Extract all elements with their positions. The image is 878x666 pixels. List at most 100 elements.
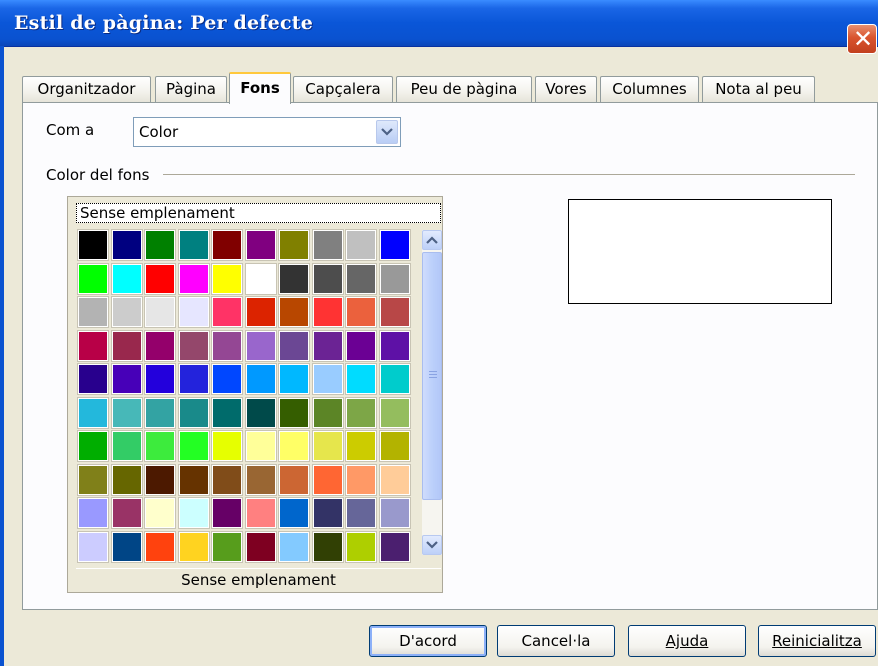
color-swatch[interactable]: [379, 430, 411, 462]
color-swatch[interactable]: [312, 464, 344, 496]
color-swatch[interactable]: [111, 464, 143, 496]
color-swatch[interactable]: [144, 263, 176, 295]
color-swatch[interactable]: [245, 531, 277, 563]
no-fill-option[interactable]: Sense emplenament: [76, 203, 441, 223]
color-swatch[interactable]: [211, 363, 243, 395]
color-swatch[interactable]: [178, 397, 210, 429]
color-swatch[interactable]: [245, 263, 277, 295]
color-swatch[interactable]: [111, 363, 143, 395]
color-swatch[interactable]: [211, 263, 243, 295]
color-swatch[interactable]: [178, 263, 210, 295]
color-swatch[interactable]: [278, 531, 310, 563]
color-swatch[interactable]: [312, 497, 344, 529]
reset-button[interactable]: Reinicialitza: [758, 625, 876, 657]
color-swatch[interactable]: [77, 497, 109, 529]
color-swatch[interactable]: [178, 296, 210, 328]
color-swatch[interactable]: [211, 296, 243, 328]
color-swatch[interactable]: [144, 464, 176, 496]
color-swatch[interactable]: [278, 330, 310, 362]
tab-footnote[interactable]: Nota al peu: [702, 76, 815, 102]
color-swatch[interactable]: [111, 430, 143, 462]
color-swatch[interactable]: [312, 531, 344, 563]
color-swatch[interactable]: [345, 296, 377, 328]
color-swatch[interactable]: [345, 531, 377, 563]
color-swatch[interactable]: [379, 263, 411, 295]
tab-header[interactable]: Capçalera: [293, 76, 393, 102]
color-swatch[interactable]: [312, 363, 344, 395]
palette-scrollbar[interactable]: [422, 230, 442, 555]
color-swatch[interactable]: [211, 229, 243, 261]
color-swatch[interactable]: [178, 363, 210, 395]
color-swatch[interactable]: [245, 330, 277, 362]
color-swatch[interactable]: [379, 363, 411, 395]
color-swatch[interactable]: [111, 263, 143, 295]
cancel-button[interactable]: Cancel·la: [497, 625, 615, 657]
color-swatch[interactable]: [211, 397, 243, 429]
color-swatch[interactable]: [312, 263, 344, 295]
tab-background[interactable]: Fons: [229, 72, 291, 104]
color-swatch[interactable]: [111, 531, 143, 563]
color-swatch[interactable]: [211, 430, 243, 462]
color-swatch[interactable]: [278, 430, 310, 462]
color-swatch[interactable]: [77, 229, 109, 261]
color-swatch[interactable]: [379, 464, 411, 496]
color-swatch[interactable]: [312, 296, 344, 328]
tab-columns[interactable]: Columnes: [600, 76, 699, 102]
chevron-down-icon[interactable]: [376, 120, 398, 144]
color-swatch[interactable]: [345, 430, 377, 462]
color-swatch[interactable]: [77, 263, 109, 295]
color-swatch[interactable]: [144, 397, 176, 429]
color-swatch[interactable]: [77, 531, 109, 563]
color-swatch[interactable]: [278, 497, 310, 529]
color-swatch[interactable]: [379, 497, 411, 529]
color-swatch[interactable]: [144, 430, 176, 462]
color-swatch[interactable]: [111, 497, 143, 529]
tab-footer[interactable]: Peu de pàgina: [396, 76, 532, 102]
color-swatch[interactable]: [245, 397, 277, 429]
color-swatch[interactable]: [111, 296, 143, 328]
color-swatch[interactable]: [245, 430, 277, 462]
color-swatch[interactable]: [77, 464, 109, 496]
color-swatch[interactable]: [77, 363, 109, 395]
color-swatch[interactable]: [178, 229, 210, 261]
scroll-thumb[interactable]: [422, 252, 442, 500]
color-swatch[interactable]: [379, 397, 411, 429]
scroll-down-button[interactable]: [422, 535, 442, 555]
color-swatch[interactable]: [312, 229, 344, 261]
color-swatch[interactable]: [77, 330, 109, 362]
color-swatch[interactable]: [345, 464, 377, 496]
color-swatch[interactable]: [278, 464, 310, 496]
color-swatch[interactable]: [144, 330, 176, 362]
color-swatch[interactable]: [278, 263, 310, 295]
scroll-up-button[interactable]: [422, 230, 442, 250]
color-swatch[interactable]: [211, 330, 243, 362]
color-swatch[interactable]: [345, 397, 377, 429]
tab-organizer[interactable]: Organitzador: [22, 76, 151, 102]
color-swatch[interactable]: [178, 497, 210, 529]
color-swatch[interactable]: [77, 296, 109, 328]
color-swatch[interactable]: [211, 464, 243, 496]
close-button[interactable]: ✕: [847, 24, 877, 54]
color-swatch[interactable]: [77, 397, 109, 429]
color-swatch[interactable]: [278, 363, 310, 395]
color-swatch[interactable]: [111, 229, 143, 261]
color-swatch[interactable]: [245, 296, 277, 328]
color-swatch[interactable]: [111, 397, 143, 429]
color-swatch[interactable]: [345, 229, 377, 261]
color-swatch[interactable]: [345, 363, 377, 395]
tab-borders[interactable]: Vores: [535, 76, 597, 102]
color-swatch[interactable]: [144, 363, 176, 395]
color-swatch[interactable]: [144, 531, 176, 563]
color-swatch[interactable]: [278, 229, 310, 261]
color-swatch[interactable]: [312, 330, 344, 362]
color-swatch[interactable]: [178, 430, 210, 462]
color-swatch[interactable]: [178, 464, 210, 496]
color-swatch[interactable]: [345, 330, 377, 362]
color-swatch[interactable]: [312, 397, 344, 429]
color-swatch[interactable]: [245, 363, 277, 395]
color-swatch[interactable]: [379, 229, 411, 261]
color-swatch[interactable]: [245, 497, 277, 529]
color-swatch[interactable]: [245, 229, 277, 261]
color-swatch[interactable]: [379, 531, 411, 563]
color-swatch[interactable]: [345, 263, 377, 295]
